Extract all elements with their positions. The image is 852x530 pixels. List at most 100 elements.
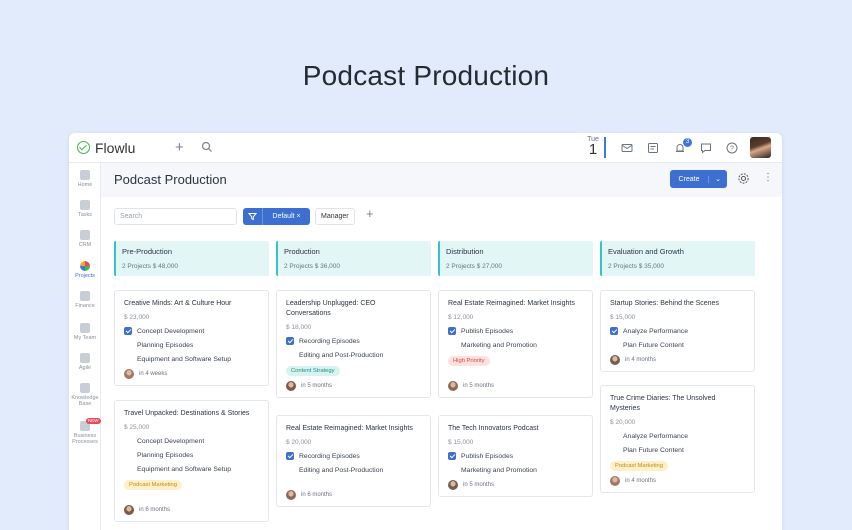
main-area: Podcast Production Create ⌄ ⋮ Search Def… <box>101 163 782 530</box>
more-menu-icon[interactable]: ⋮ <box>763 173 773 183</box>
notification-badge: 3 <box>683 138 692 147</box>
assignee-avatar[interactable] <box>124 505 134 515</box>
search-icon[interactable] <box>201 141 213 153</box>
chat-icon[interactable] <box>699 141 713 155</box>
create-button[interactable]: Create ⌄ <box>670 170 727 188</box>
due-text: in 5 months <box>463 383 495 389</box>
assignee-avatar[interactable] <box>610 355 620 365</box>
assignee-avatar[interactable] <box>286 490 296 500</box>
agile-icon <box>80 353 90 363</box>
task-item[interactable]: Concept Development <box>124 327 260 335</box>
task-item[interactable]: Marketing and Promotion <box>448 466 584 474</box>
task-item[interactable]: Planning Episodes <box>124 451 260 459</box>
logo[interactable]: Flowlu <box>77 140 135 156</box>
unchecked-checkbox[interactable] <box>124 465 132 473</box>
task-item[interactable]: Concept Development <box>124 437 260 445</box>
task-item[interactable]: Planning Episodes <box>124 341 260 349</box>
filter-label[interactable]: Default × <box>263 213 310 220</box>
manager-filter[interactable]: Manager <box>315 208 355 225</box>
card-title[interactable]: True Crime Diaries: The Unsolved Mysteri… <box>610 394 746 414</box>
gear-icon[interactable] <box>737 172 750 185</box>
task-item[interactable]: Editing and Post-Production <box>286 351 422 359</box>
sidebar-item[interactable]: CRM <box>69 230 101 248</box>
card-title[interactable]: Startup Stories: Behind the Scenes <box>610 299 746 309</box>
search-input[interactable]: Search <box>114 208 237 225</box>
unchecked-checkbox[interactable] <box>286 351 294 359</box>
unchecked-checkbox[interactable] <box>448 466 456 474</box>
project-card[interactable]: Startup Stories: Behind the Scenes $ 15,0… <box>600 290 755 372</box>
task-item[interactable]: Plan Future Content <box>610 446 746 454</box>
sidebar-item[interactable]: Tasks <box>69 200 101 218</box>
sidebar-item[interactable]: Agile <box>69 353 101 371</box>
project-card[interactable]: Real Estate Reimagined: Market Insights $… <box>276 415 431 507</box>
checked-checkbox[interactable] <box>286 452 294 460</box>
knowledge-icon <box>80 383 90 393</box>
unchecked-checkbox[interactable] <box>124 437 132 445</box>
unchecked-checkbox[interactable] <box>610 446 618 454</box>
card-title[interactable]: The Tech Innovators Podcast <box>448 424 584 434</box>
checked-checkbox[interactable] <box>448 327 456 335</box>
task-item[interactable]: Equipment and Software Setup <box>124 465 260 473</box>
mail-icon[interactable] <box>620 141 634 155</box>
sidebar-item[interactable]: Business Processes NEW <box>69 418 101 445</box>
sidebar-item[interactable]: My Team <box>69 323 101 341</box>
unchecked-checkbox[interactable] <box>448 341 456 349</box>
date-widget[interactable]: Tue 1 <box>586 136 600 157</box>
chevron-down-icon[interactable]: ⌄ <box>709 175 727 183</box>
task-label: Marketing and Promotion <box>461 341 537 349</box>
project-card[interactable]: True Crime Diaries: The Unsolved Mysteri… <box>600 385 755 493</box>
unchecked-checkbox[interactable] <box>124 451 132 459</box>
unchecked-checkbox[interactable] <box>610 341 618 349</box>
page-title: Podcast Production <box>114 172 227 187</box>
assignee-avatar[interactable] <box>124 369 134 379</box>
task-item[interactable]: Equipment and Software Setup <box>124 355 260 363</box>
task-item[interactable]: Analyze Performance <box>610 327 746 335</box>
unchecked-checkbox[interactable] <box>124 355 132 363</box>
task-item[interactable]: Marketing and Promotion <box>448 341 584 349</box>
card-title[interactable]: Creative Minds: Art & Culture Hour <box>124 299 260 309</box>
task-item[interactable]: Editing and Post-Production <box>286 466 422 474</box>
sidebar-item[interactable]: Home <box>69 170 101 188</box>
notes-icon[interactable] <box>646 141 660 155</box>
task-item[interactable]: Plan Future Content <box>610 341 746 349</box>
tag-badge: High Priority <box>448 356 490 366</box>
help-icon[interactable]: ? <box>725 141 739 155</box>
unchecked-checkbox[interactable] <box>610 432 618 440</box>
task-item[interactable]: Analyze Performance <box>610 432 746 440</box>
checked-checkbox[interactable] <box>286 337 294 345</box>
filter-icon[interactable] <box>243 208 263 225</box>
project-card[interactable]: Real Estate Reimagined: Market Insights $… <box>438 290 593 398</box>
task-item[interactable]: Recording Episodes <box>286 452 422 460</box>
task-item[interactable]: Publish Episodes <box>448 327 584 335</box>
checked-checkbox[interactable] <box>448 452 456 460</box>
card-title[interactable]: Real Estate Reimagined: Market Insights <box>286 424 422 434</box>
unchecked-checkbox[interactable] <box>286 466 294 474</box>
checked-checkbox[interactable] <box>610 327 618 335</box>
sidebar-item[interactable]: Finance <box>69 291 101 309</box>
project-card[interactable]: Leadership Unplugged: CEO Conversations $… <box>276 290 431 398</box>
project-card[interactable]: The Tech Innovators Podcast $ 15,000 Publi… <box>438 415 593 497</box>
add-filter-icon[interactable]: + <box>366 206 374 221</box>
assignee-avatar[interactable] <box>448 480 458 490</box>
filter-button[interactable]: Default × <box>243 208 310 225</box>
plus-icon[interactable]: + <box>175 139 184 156</box>
sidebar-item[interactable]: Knowledge Base <box>69 383 101 407</box>
assignee-avatar[interactable] <box>448 381 458 391</box>
card-title[interactable]: Real Estate Reimagined: Market Insights <box>448 299 584 309</box>
task-item[interactable]: Publish Episodes <box>448 452 584 460</box>
project-card[interactable]: Travel Unpacked: Destinations & Stories $… <box>114 400 269 522</box>
user-avatar[interactable] <box>750 137 771 158</box>
create-label[interactable]: Create <box>670 175 709 183</box>
task-item[interactable]: Recording Episodes <box>286 337 422 345</box>
checked-checkbox[interactable] <box>124 327 132 335</box>
kanban-column: Evaluation and Growth 2 Projects $ 35,000… <box>600 241 755 493</box>
unchecked-checkbox[interactable] <box>124 341 132 349</box>
card-price: $ 25,000 <box>124 424 150 431</box>
card-title[interactable]: Leadership Unplugged: CEO Conversations <box>286 299 422 319</box>
project-card[interactable]: Creative Minds: Art & Culture Hour $ 23,0… <box>114 290 269 386</box>
sidebar-item[interactable]: Projects <box>69 261 101 279</box>
card-title[interactable]: Travel Unpacked: Destinations & Stories <box>124 409 260 419</box>
assignee-avatar[interactable] <box>610 476 620 486</box>
sidebar-item-label: CRM <box>78 242 92 248</box>
assignee-avatar[interactable] <box>286 381 296 391</box>
